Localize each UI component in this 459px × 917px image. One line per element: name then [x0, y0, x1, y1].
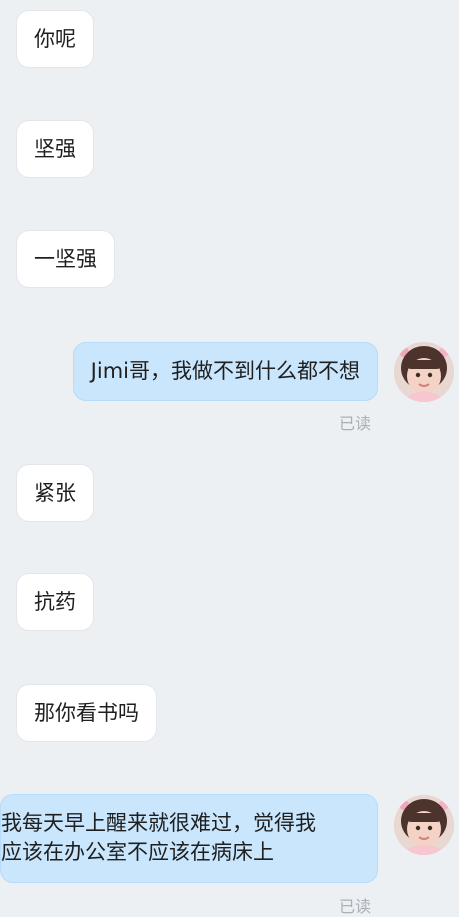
read-status: 已读 [338, 414, 371, 433]
incoming-message-bubble[interactable]: 一坚强 [16, 230, 115, 288]
incoming-message-bubble[interactable]: 抗药 [16, 573, 94, 631]
incoming-message-bubble[interactable]: 坚强 [16, 120, 94, 178]
message-text: 坚强 [34, 137, 76, 161]
avatar-image [394, 795, 454, 855]
incoming-message-bubble[interactable]: 你呢 [16, 10, 94, 68]
read-status: 已读 [338, 897, 371, 916]
message-text: 紧张 [34, 481, 76, 505]
avatar-image [394, 342, 454, 402]
message-text: 你呢 [34, 27, 76, 51]
incoming-message-bubble[interactable]: 那你看书吗 [16, 684, 157, 742]
outgoing-message-bubble[interactable]: 我每天早上醒来就很难过，觉得我 应该在办公室不应该在病床上 [0, 794, 378, 883]
message-text: Jimi哥，我做不到什么都不想 [90, 359, 360, 383]
message-text: 抗药 [34, 590, 76, 614]
message-text-line: 我每天早上醒来就很难过，觉得我 [1, 811, 316, 835]
user-avatar[interactable] [394, 342, 454, 402]
chat-thread: 你呢 坚强 一坚强 Jimi哥，我做不到什么都不想 已读 紧张 抗药 那你看书吗 [0, 0, 459, 916]
message-text: 一坚强 [34, 247, 97, 271]
outgoing-message-bubble[interactable]: Jimi哥，我做不到什么都不想 [72, 342, 378, 401]
message-text-line: 应该在办公室不应该在病床上 [1, 840, 274, 864]
user-avatar[interactable] [394, 795, 454, 855]
incoming-message-bubble[interactable]: 紧张 [16, 464, 94, 522]
message-text: 那你看书吗 [34, 701, 139, 725]
